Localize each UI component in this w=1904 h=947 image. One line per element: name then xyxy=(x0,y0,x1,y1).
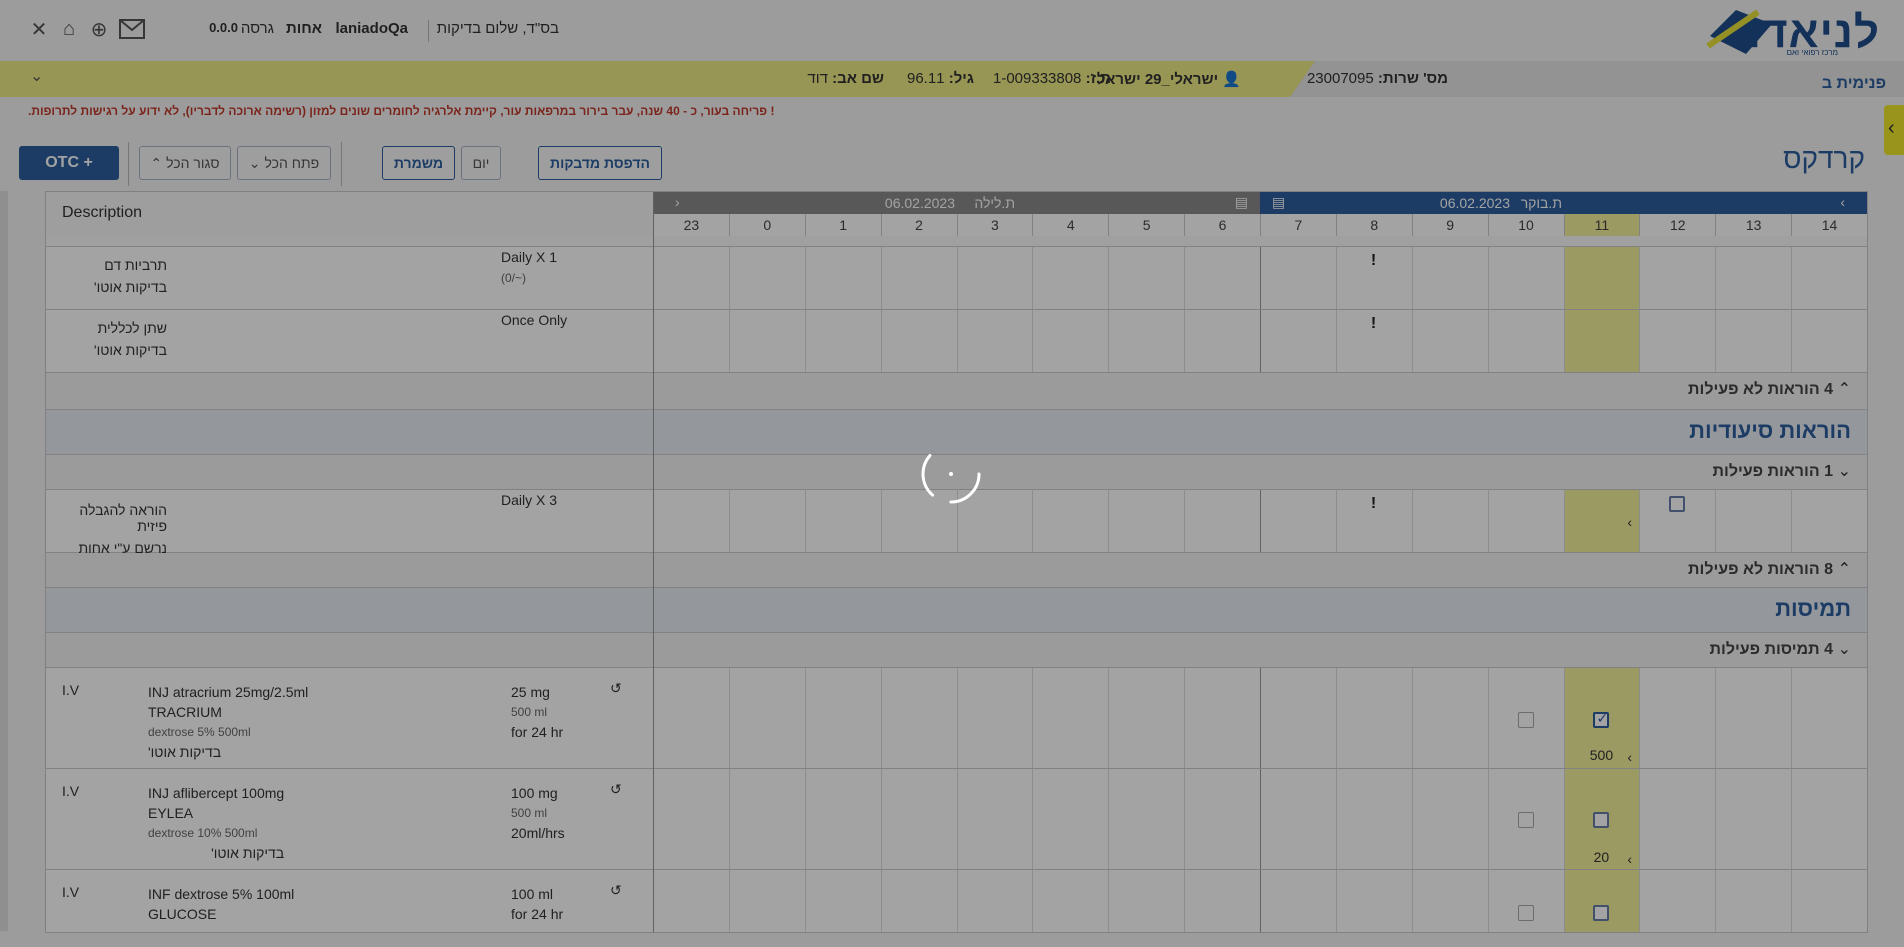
loading-overlay xyxy=(0,0,1904,947)
loading-spinner-icon xyxy=(921,444,981,504)
